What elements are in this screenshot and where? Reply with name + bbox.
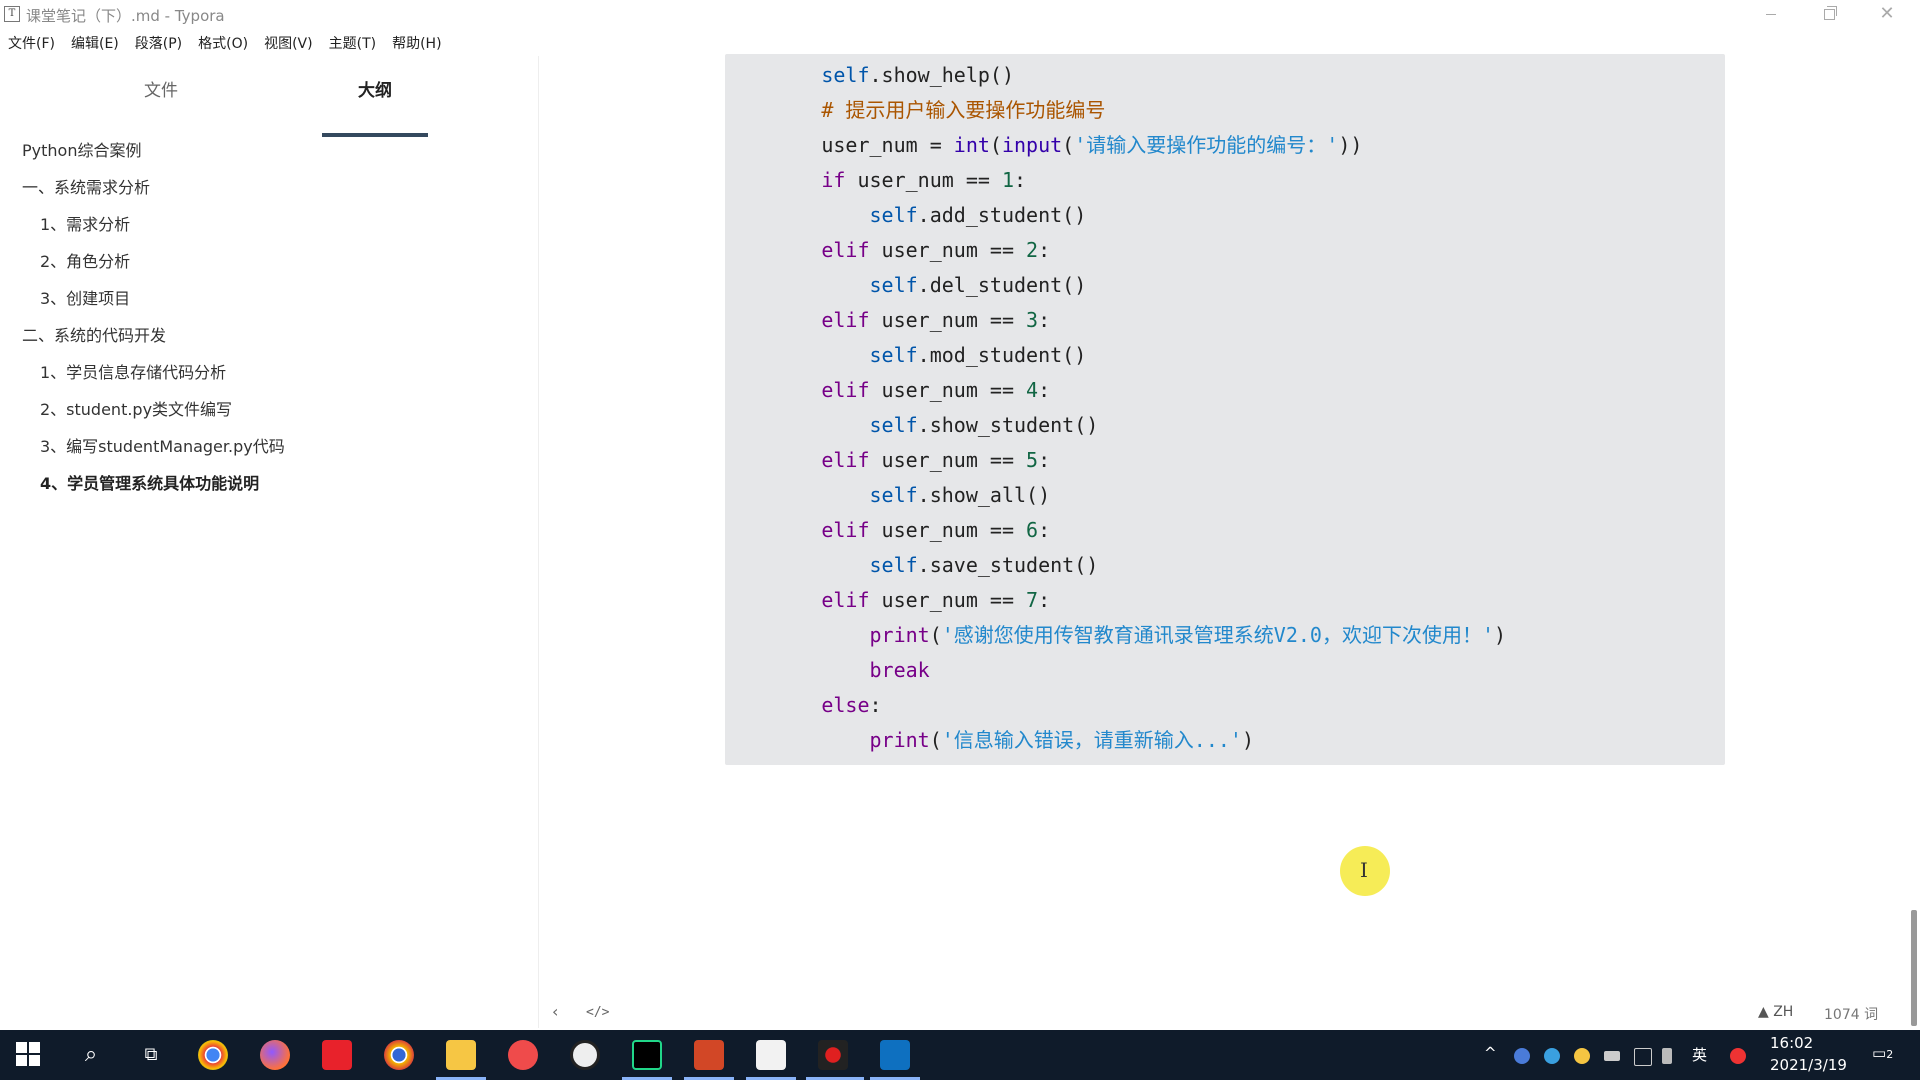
tray-app-icon[interactable] (1544, 1048, 1560, 1064)
code-line[interactable]: self.show_help() (725, 58, 1506, 93)
outline-item[interactable]: 二、系统的代码开发 (0, 317, 538, 354)
volume-icon[interactable] (1662, 1048, 1672, 1064)
sidebar-tabs: 文件 大纲 (0, 76, 538, 137)
file-explorer-icon[interactable] (446, 1040, 476, 1070)
task-view-icon[interactable]: ⧉ (136, 1040, 166, 1070)
network-icon[interactable] (1634, 1048, 1652, 1066)
language-label: ZH (1773, 1004, 1794, 1020)
code-line[interactable]: break (725, 653, 1506, 688)
outline-item[interactable]: 3、创建项目 (0, 280, 538, 317)
notification-icon[interactable]: ▭2 (1872, 1044, 1893, 1062)
menu-bar: 文件(F) 编辑(E) 段落(P) 格式(O) 视图(V) 主题(T) 帮助(H… (0, 30, 450, 54)
code-line[interactable]: self.del_student() (725, 268, 1506, 303)
window-title: 课堂笔记（下）.md - Typora (26, 7, 225, 25)
code-line[interactable]: print('感谢您使用传智教育通讯录管理系统V2.0，欢迎下次使用！') (725, 618, 1507, 653)
code-line[interactable]: elif user_num == 3: (725, 303, 1506, 338)
obs-icon[interactable] (570, 1040, 600, 1070)
title-bar: T 课堂笔记（下）.md - Typora ✕ (0, 0, 1920, 28)
source-code-mode-icon[interactable]: </> (586, 1005, 609, 1020)
typora-app-icon: T (4, 6, 20, 22)
menu-themes[interactable]: 主题(T) (321, 30, 384, 54)
tab-outline[interactable]: 大纲 (358, 76, 392, 101)
ime-indicator[interactable]: 英 (1692, 1044, 1707, 1065)
tray-chevron-icon[interactable]: ^ (1484, 1044, 1497, 1062)
code-line[interactable]: self.show_all() (725, 478, 1506, 513)
menu-format[interactable]: 格式(O) (190, 30, 256, 54)
code-line[interactable]: self.show_student() (725, 408, 1506, 443)
menu-edit[interactable]: 编辑(E) (63, 30, 127, 54)
vscode-icon[interactable] (880, 1040, 910, 1070)
search-icon[interactable]: ⌕ (76, 1040, 106, 1070)
code-line[interactable]: elif user_num == 6: (725, 513, 1506, 548)
outline-item[interactable]: 2、角色分析 (0, 243, 538, 280)
start-icon[interactable] (16, 1042, 42, 1068)
minimize-button[interactable] (1742, 0, 1800, 28)
code-line[interactable]: elif user_num == 7: (725, 583, 1506, 618)
chrome-icon[interactable] (198, 1040, 228, 1070)
clock-time[interactable]: 16:02 (1770, 1034, 1813, 1052)
code-line[interactable]: elif user_num == 4: (725, 373, 1506, 408)
word-count[interactable]: 1074 词 (1824, 1004, 1878, 1024)
pycharm-icon[interactable] (632, 1040, 662, 1070)
typora-icon[interactable] (756, 1040, 786, 1070)
recorder-icon[interactable] (508, 1040, 538, 1070)
tray-app-icon[interactable] (1574, 1048, 1590, 1064)
taskbar: ⌕ ⧉ ^ 英 16:02 2021/3/19 ▭2 (0, 1030, 1920, 1080)
code-line[interactable]: elif user_num == 5: (725, 443, 1506, 478)
code-line[interactable]: else: (725, 688, 1506, 723)
notification-count: 2 (1886, 1048, 1894, 1061)
text-cursor-icon: I (1360, 858, 1368, 882)
outline-item-active[interactable]: 4、学员管理系统具体功能说明 (0, 465, 538, 502)
battery-icon[interactable] (1604, 1051, 1620, 1061)
code-line[interactable]: if user_num == 1: (725, 163, 1506, 198)
sidebar: 文件 大纲 Python综合案例 一、系统需求分析 1、需求分析 2、角色分析 … (0, 56, 539, 1028)
code-line[interactable]: self.add_student() (725, 198, 1506, 233)
code-line[interactable]: user_num = int(input('请输入要操作功能的编号：')) (725, 128, 1506, 163)
close-button[interactable]: ✕ (1858, 0, 1916, 28)
editor-area[interactable]: self.show_help() # 提示用户输入要操作功能编号 user_nu… (540, 54, 1902, 1026)
code-line[interactable]: print('信息输入错误，请重新输入...') (725, 723, 1506, 758)
scrollbar[interactable] (1911, 910, 1917, 1026)
menu-file[interactable]: 文件(F) (0, 30, 63, 54)
menu-help[interactable]: 帮助(H) (384, 30, 449, 54)
outline-item[interactable]: 1、学员信息存储代码分析 (0, 354, 538, 391)
outline-item[interactable]: 2、student.py类文件编写 (0, 391, 538, 428)
outline-list: Python综合案例 一、系统需求分析 1、需求分析 2、角色分析 3、创建项目… (0, 132, 538, 502)
menu-paragraph[interactable]: 段落(P) (127, 30, 190, 54)
code-line[interactable]: elif user_num == 2: (725, 233, 1506, 268)
sogou-ime-icon[interactable] (1730, 1048, 1746, 1064)
code-lines: self.show_help() # 提示用户输入要操作功能编号 user_nu… (725, 58, 1506, 758)
clock-date[interactable]: 2021/3/19 (1770, 1056, 1847, 1074)
firefox-icon[interactable] (260, 1040, 290, 1070)
menu-view[interactable]: 视图(V) (256, 30, 321, 54)
youdao-icon[interactable] (322, 1040, 352, 1070)
outline-item[interactable]: Python综合案例 (0, 132, 538, 169)
outline-item[interactable]: 3、编写studentManager.py代码 (0, 428, 538, 465)
code-block[interactable]: self.show_help() # 提示用户输入要操作功能编号 user_nu… (725, 54, 1725, 765)
code-line[interactable]: # 提示用户输入要操作功能编号 (725, 93, 1506, 128)
outline-item[interactable]: 1、需求分析 (0, 206, 538, 243)
tray-app-icon[interactable] (1514, 1048, 1530, 1064)
outline-item[interactable]: 一、系统需求分析 (0, 169, 538, 206)
code-line[interactable]: self.save_student() (725, 548, 1506, 583)
code-line[interactable]: self.mod_student() (725, 338, 1506, 373)
spellcheck-language[interactable]: ▲ ZH (1758, 1004, 1793, 1020)
restore-button[interactable] (1800, 0, 1858, 28)
chrome-canary-icon[interactable] (384, 1040, 414, 1070)
powerpoint-icon[interactable] (694, 1040, 724, 1070)
tab-files[interactable]: 文件 (144, 76, 178, 101)
record-icon[interactable] (818, 1040, 848, 1070)
toggle-sidebar-icon[interactable]: ‹ (552, 1002, 558, 1021)
